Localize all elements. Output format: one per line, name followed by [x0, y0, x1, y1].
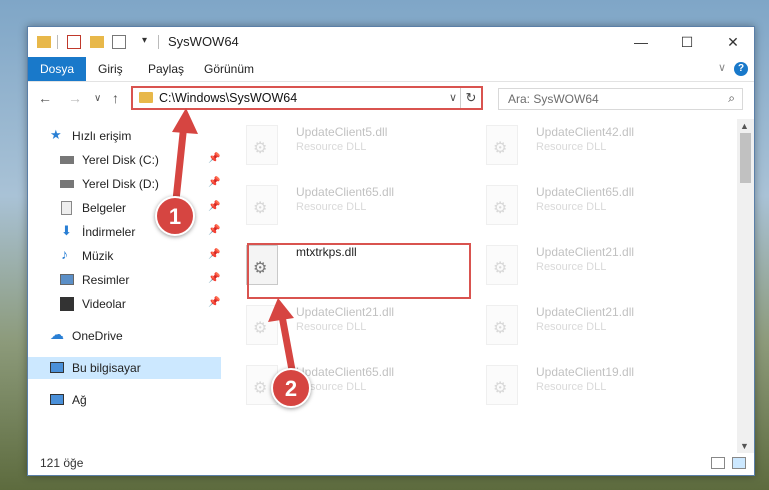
search-icon: ⌕	[728, 91, 735, 105]
sidebar-item-onedrive[interactable]: ☁ OneDrive	[28, 325, 221, 347]
drive-icon	[60, 180, 74, 188]
file-item[interactable]: ⚙ UpdateClient19.dll Resource DLL	[464, 359, 694, 415]
pin-icon[interactable]: 📌	[208, 201, 220, 212]
pin-icon[interactable]: 📌	[208, 273, 220, 284]
maximize-button[interactable]: ☐	[664, 27, 710, 57]
details-view-icon[interactable]	[711, 457, 725, 469]
gear-icon: ⚙	[253, 320, 268, 337]
tab-dosya[interactable]: Dosya	[28, 57, 87, 81]
scrollbar-thumb[interactable]	[740, 133, 751, 183]
address-dropdown-icon[interactable]: ∨	[449, 91, 457, 104]
dll-file-icon: ⚙	[246, 125, 278, 165]
gear-icon: ⚙	[493, 140, 508, 157]
sidebar-item-this-pc[interactable]: Bu bilgisayar	[28, 357, 221, 379]
forward-icon[interactable]: →	[68, 90, 82, 106]
properties-icon[interactable]	[67, 35, 81, 49]
dll-file-icon: ⚙	[486, 365, 518, 405]
sidebar-item-disk-d[interactable]: Yerel Disk (D:) 📌	[28, 173, 221, 195]
help-icon[interactable]: ?	[734, 62, 748, 76]
file-item[interactable]: ⚙ UpdateClient65.dll Resource DLL	[224, 179, 454, 235]
pin-icon[interactable]: 📌	[208, 249, 220, 260]
sidebar-item-pictures[interactable]: Resimler 📌	[28, 269, 221, 291]
scroll-up-icon[interactable]: ▲	[740, 121, 749, 131]
cloud-icon: ☁	[50, 326, 64, 342]
computer-icon	[50, 362, 64, 373]
callout-1: 1	[155, 196, 195, 236]
scroll-down-icon[interactable]: ▼	[740, 441, 749, 451]
pictures-icon	[60, 274, 74, 285]
expand-ribbon-icon[interactable]: ∨	[718, 61, 726, 74]
gear-icon: ⚙	[493, 380, 508, 397]
separator	[158, 35, 159, 49]
gear-icon: ⚙	[253, 200, 268, 217]
gear-icon: ⚙	[493, 200, 508, 217]
file-item[interactable]: ⚙ UpdateClient5.dll Resource DLL	[224, 119, 454, 175]
sidebar-item-disk-c[interactable]: Yerel Disk (C:) 📌	[28, 149, 221, 171]
callout-2: 2	[271, 368, 311, 408]
vertical-scrollbar[interactable]: ▲ ▼	[737, 119, 754, 453]
file-highlight-box	[247, 243, 471, 299]
network-icon	[50, 394, 64, 405]
new-folder-icon[interactable]	[90, 36, 104, 48]
pin-icon[interactable]: 📌	[208, 225, 220, 236]
download-icon: ⬇	[61, 223, 72, 238]
navigation-bar: ← → ∨ ↑ C:\Windows\SysWOW64 ∨ ↻ Ara: Sys…	[28, 82, 754, 116]
sidebar-item-quick-access[interactable]: ★ Hızlı erişim	[28, 125, 221, 147]
file-item[interactable]: ⚙ UpdateClient65.dll Resource DLL	[224, 359, 454, 415]
file-item[interactable]: ⚙ UpdateClient42.dll Resource DLL	[464, 119, 694, 175]
file-item[interactable]: ⚙ UpdateClient21.dll Resource DLL	[464, 239, 694, 295]
music-icon: ♪	[61, 246, 68, 262]
customize-chevron-icon[interactable]: ▾	[142, 35, 156, 49]
dll-file-icon: ⚙	[486, 245, 518, 285]
dll-file-icon: ⚙	[486, 125, 518, 165]
dll-file-icon: ⚙	[486, 185, 518, 225]
address-bar[interactable]: C:\Windows\SysWOW64 ∨ ↻	[131, 86, 483, 110]
file-item[interactable]: ⚙ UpdateClient21.dll Resource DLL	[464, 299, 694, 355]
folder-icon	[139, 92, 153, 103]
tab-paylas[interactable]: Paylaş	[148, 57, 184, 81]
refresh-icon[interactable]: ↻	[460, 88, 481, 108]
status-bar: 121 öğe	[28, 453, 754, 475]
back-icon[interactable]: ←	[38, 90, 52, 106]
close-button[interactable]: ✕	[710, 27, 754, 57]
item-count: 121 öğe	[40, 456, 84, 470]
tab-giris[interactable]: Giriş	[98, 57, 123, 81]
address-path: C:\Windows\SysWOW64	[159, 91, 298, 105]
pin-icon[interactable]: 📌	[208, 297, 220, 308]
file-item[interactable]: ⚙ UpdateClient65.dll Resource DLL	[464, 179, 694, 235]
dll-file-icon: ⚙	[246, 185, 278, 225]
navigation-pane: ★ Hızlı erişim Yerel Disk (C:) 📌 Yerel D…	[28, 119, 221, 459]
sidebar-item-videos[interactable]: Videolar 📌	[28, 293, 221, 315]
view-icon[interactable]	[112, 35, 126, 49]
minimize-button[interactable]: —	[618, 27, 664, 57]
window-title: SysWOW64	[168, 34, 239, 49]
sidebar-item-network[interactable]: Ağ	[28, 389, 221, 411]
dll-file-icon: ⚙	[246, 305, 278, 345]
drive-icon	[60, 156, 74, 164]
star-icon: ★	[50, 127, 62, 142]
gear-icon: ⚙	[493, 260, 508, 277]
gear-icon: ⚙	[253, 140, 268, 157]
large-icons-view-icon[interactable]	[732, 457, 746, 469]
separator	[57, 35, 58, 49]
sidebar-item-music[interactable]: ♪ Müzik 📌	[28, 245, 221, 267]
search-box[interactable]: Ara: SysWOW64 ⌕	[498, 88, 743, 110]
file-item[interactable]: ⚙ UpdateClient21.dll Resource DLL	[224, 299, 454, 355]
tab-gorunum[interactable]: Görünüm	[204, 57, 254, 81]
recent-chevron-icon[interactable]: ∨	[94, 93, 101, 104]
pin-icon[interactable]: 📌	[208, 177, 220, 188]
pin-icon[interactable]: 📌	[208, 153, 220, 164]
folder-icon	[37, 36, 51, 48]
search-placeholder: Ara: SysWOW64	[508, 92, 599, 106]
dll-file-icon: ⚙	[486, 305, 518, 345]
video-icon	[60, 297, 74, 311]
gear-icon: ⚙	[253, 380, 268, 397]
documents-icon	[61, 201, 72, 215]
title-bar: ▾ SysWOW64 — ☐ ✕	[28, 27, 754, 57]
gear-icon: ⚙	[493, 320, 508, 337]
up-icon[interactable]: ↑	[112, 90, 119, 106]
ribbon: Dosya Giriş Paylaş Görünüm ∨ ?	[28, 57, 754, 82]
